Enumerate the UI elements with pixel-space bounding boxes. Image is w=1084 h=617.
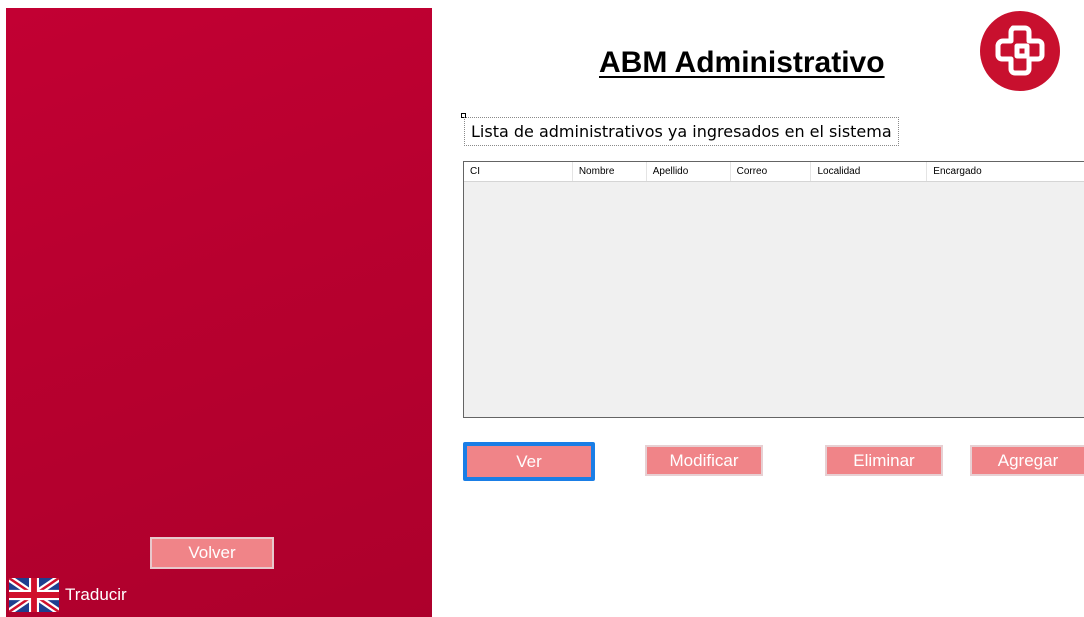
column-header-nombre[interactable]: Nombre <box>573 162 647 181</box>
table-header: CI Nombre Apellido Correo Localidad Enca… <box>464 162 1084 182</box>
modify-button[interactable]: Modificar <box>645 445 763 476</box>
translate-button[interactable]: Traducir <box>9 578 127 612</box>
column-header-correo[interactable]: Correo <box>731 162 812 181</box>
page-title: ABM Administrativo <box>599 46 885 79</box>
column-header-apellido[interactable]: Apellido <box>647 162 731 181</box>
administrators-table[interactable]: CI Nombre Apellido Correo Localidad Enca… <box>463 161 1084 418</box>
add-button[interactable]: Agregar <box>970 445 1084 476</box>
app-window: Volver Traducir ABM Administrativo Lista… <box>0 0 1084 617</box>
medical-cross-logo <box>980 11 1060 91</box>
view-button-label[interactable]: Ver <box>469 448 589 475</box>
column-header-ci[interactable]: CI <box>464 162 573 181</box>
delete-button[interactable]: Eliminar <box>825 445 943 476</box>
view-button[interactable]: Ver <box>463 442 595 481</box>
back-button[interactable]: Volver <box>150 537 274 569</box>
translate-label[interactable]: Traducir <box>65 585 127 605</box>
list-label: Lista de administrativos ya ingresados e… <box>464 117 899 146</box>
column-header-encargado[interactable]: Encargado <box>927 162 1084 181</box>
column-header-localidad[interactable]: Localidad <box>811 162 928 181</box>
sidebar-panel: Volver Traducir <box>6 8 432 617</box>
uk-flag-icon[interactable] <box>9 578 59 612</box>
